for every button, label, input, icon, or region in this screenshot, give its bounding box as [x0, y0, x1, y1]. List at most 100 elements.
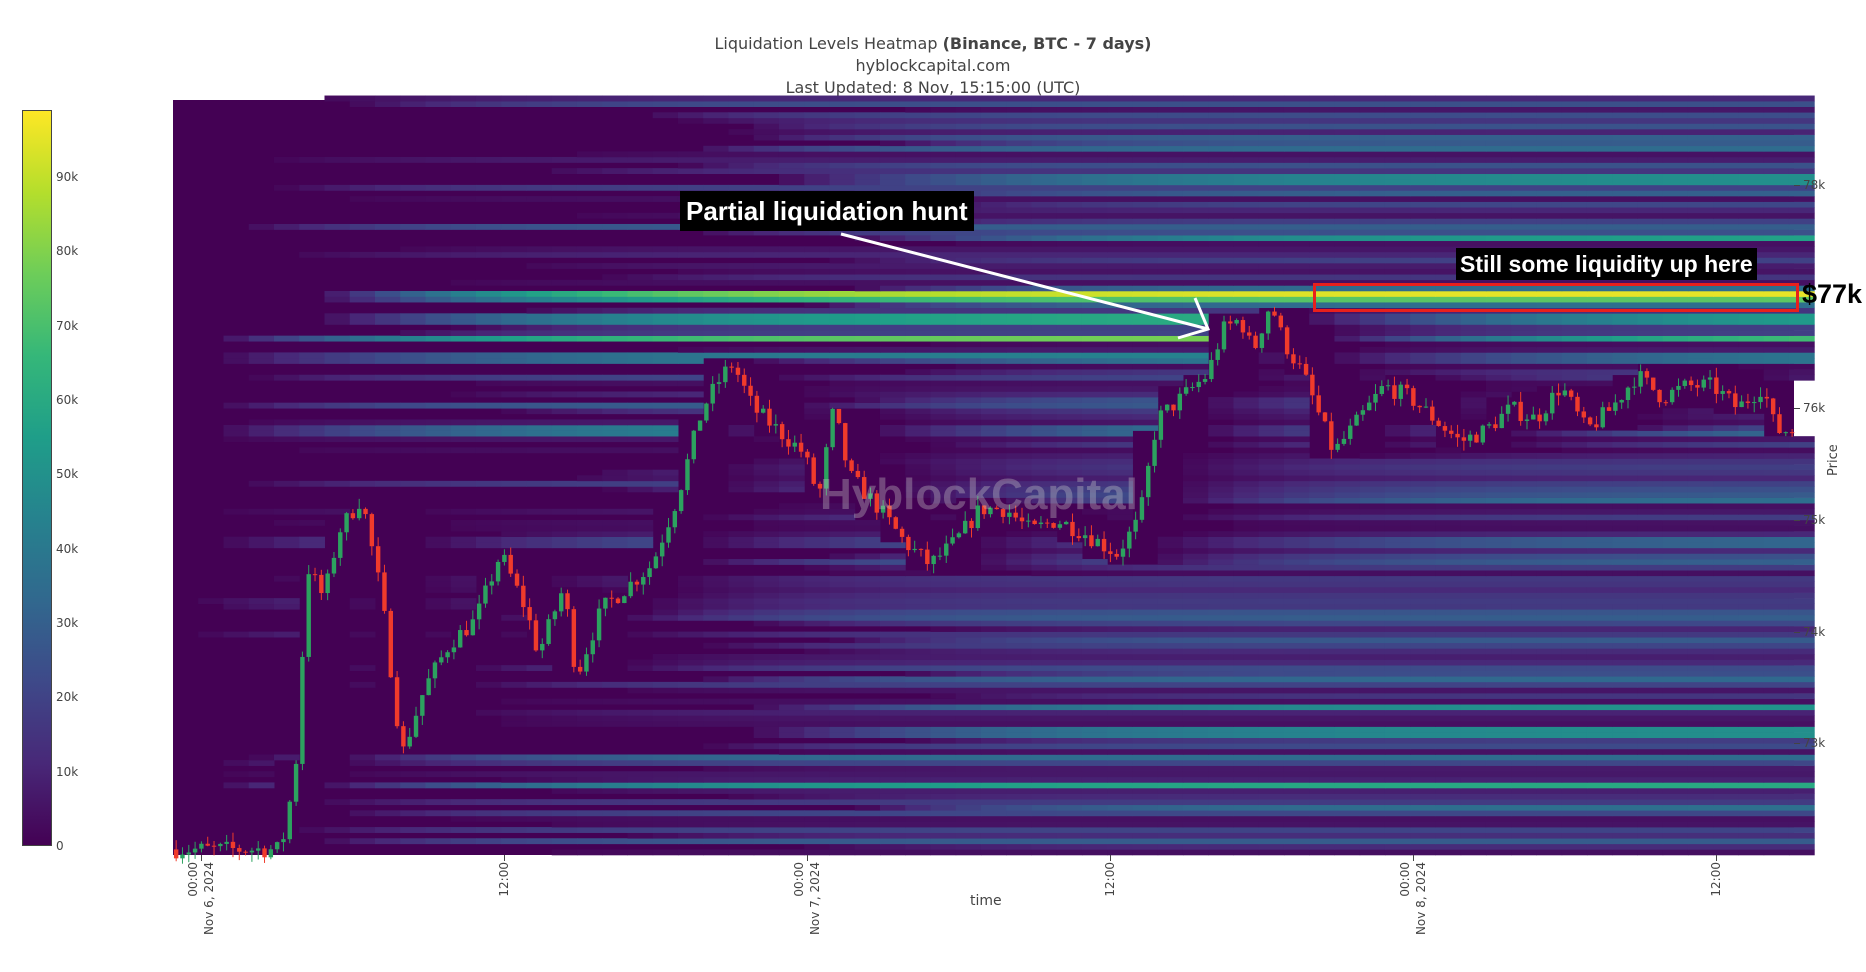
heatmap-cell	[501, 760, 527, 766]
heatmap-cell	[1182, 475, 1209, 482]
heatmap-cell	[501, 542, 527, 549]
heatmap-cell	[1687, 843, 1714, 850]
heatmap-cell	[980, 631, 1007, 638]
heatmap-cell	[1132, 665, 1159, 672]
heatmap-cell	[1334, 514, 1361, 521]
heatmap-cell	[1309, 637, 1335, 644]
heatmap-cell	[980, 603, 1007, 610]
heatmap-cell	[576, 380, 603, 387]
heatmap-cell	[1182, 581, 1209, 588]
heatmap-cell	[955, 748, 982, 755]
heatmap-cell	[753, 313, 780, 320]
heatmap-cell	[1157, 274, 1184, 281]
heatmap-cell	[980, 436, 1007, 443]
heatmap-cell	[1788, 726, 1815, 733]
heatmap-cell	[1485, 793, 1512, 800]
heatmap-cell	[349, 665, 376, 672]
heatmap-cell	[1233, 285, 1260, 292]
heatmap-cell	[1687, 346, 1714, 353]
heatmap-cell	[854, 709, 881, 716]
heatmap-cell	[1788, 581, 1815, 588]
heatmap-cell	[1359, 793, 1386, 800]
heatmap-cell	[576, 754, 603, 761]
heatmap-cell	[1258, 838, 1285, 845]
heatmap-cell	[1107, 609, 1133, 616]
heatmap-cell	[602, 447, 628, 454]
heatmap-cell	[1511, 525, 1537, 532]
heatmap-cell	[1637, 603, 1664, 610]
heatmap-cell	[1435, 324, 1462, 331]
heatmap-cell	[1157, 279, 1184, 286]
heatmap-cell	[1157, 720, 1184, 727]
heatmap-cell	[627, 665, 654, 672]
heatmap-cell	[1283, 631, 1310, 638]
heatmap-cell	[753, 514, 780, 521]
heatmap-cell	[1738, 693, 1765, 699]
heatmap-cell	[1738, 436, 1765, 443]
heatmap-cell	[1283, 648, 1310, 655]
heatmap-cell	[1586, 782, 1613, 789]
heatmap-cell	[1738, 771, 1765, 778]
heatmap-cell	[627, 519, 654, 526]
heatmap-cell	[1056, 363, 1083, 370]
heatmap-cell	[1612, 614, 1638, 621]
heatmap-cell	[905, 458, 931, 465]
heatmap-cell	[1662, 570, 1689, 577]
heatmap-cell	[1485, 815, 1512, 822]
heatmap-cell	[1713, 547, 1739, 554]
heatmap-cell	[1485, 346, 1512, 353]
heatmap-cell	[1208, 408, 1234, 415]
heatmap-cell	[1435, 508, 1462, 515]
heatmap-cell	[1283, 637, 1310, 644]
heatmap-cell	[1485, 843, 1512, 850]
heatmap-cell	[1258, 681, 1285, 688]
heatmap-cell	[374, 425, 401, 431]
heatmap-cell	[551, 575, 578, 582]
heatmap-cell	[1132, 369, 1159, 376]
heatmap-cell	[1081, 452, 1108, 459]
heatmap-cell	[1384, 776, 1411, 783]
heatmap-cell	[829, 720, 856, 727]
heatmap-cell	[1081, 737, 1108, 744]
heatmap-cell	[425, 357, 452, 364]
heatmap-cell	[1334, 324, 1361, 331]
heatmap-cell	[450, 290, 477, 297]
heatmap-cell	[955, 307, 982, 314]
heatmap-cell	[501, 318, 527, 325]
heatmap-cell	[1637, 240, 1664, 247]
heatmap-plot[interactable]	[0, 0, 1866, 931]
heatmap-cell	[1309, 492, 1335, 498]
heatmap-cell	[324, 827, 351, 833]
heatmap-cell	[1662, 464, 1689, 470]
heatmap-cell	[980, 732, 1007, 739]
heatmap-cell	[1031, 240, 1058, 247]
heatmap-cell	[879, 330, 906, 336]
heatmap-cell	[1435, 849, 1462, 856]
heatmap-cell	[1410, 436, 1436, 443]
heatmap-cell	[450, 425, 477, 431]
heatmap-cell	[1713, 743, 1739, 750]
heatmap-cell	[1359, 223, 1386, 230]
heatmap-cell	[450, 581, 477, 588]
heatmap-cell	[1359, 726, 1386, 733]
heatmap-cell	[930, 268, 957, 275]
heatmap-cell	[1586, 430, 1613, 437]
heatmap-cell	[1384, 631, 1411, 638]
heatmap-cell	[1182, 771, 1209, 778]
heatmap-cell	[1031, 324, 1058, 331]
heatmap-cell	[551, 776, 578, 783]
heatmap-cell	[1612, 670, 1638, 677]
heatmap-cell	[1536, 324, 1563, 331]
heatmap-cell	[1006, 413, 1032, 420]
heatmap-cell	[703, 787, 729, 794]
heatmap-cell	[1107, 653, 1133, 660]
heatmap-cell	[374, 374, 401, 381]
heatmap-cell	[1359, 246, 1386, 253]
heatmap-cell	[930, 720, 957, 727]
heatmap-cell	[627, 631, 654, 638]
heatmap-cell	[1208, 665, 1234, 672]
heatmap-cell	[1511, 760, 1537, 766]
heatmap-cell	[576, 782, 603, 789]
heatmap-cell	[753, 575, 780, 582]
heatmap-cell	[930, 335, 957, 342]
